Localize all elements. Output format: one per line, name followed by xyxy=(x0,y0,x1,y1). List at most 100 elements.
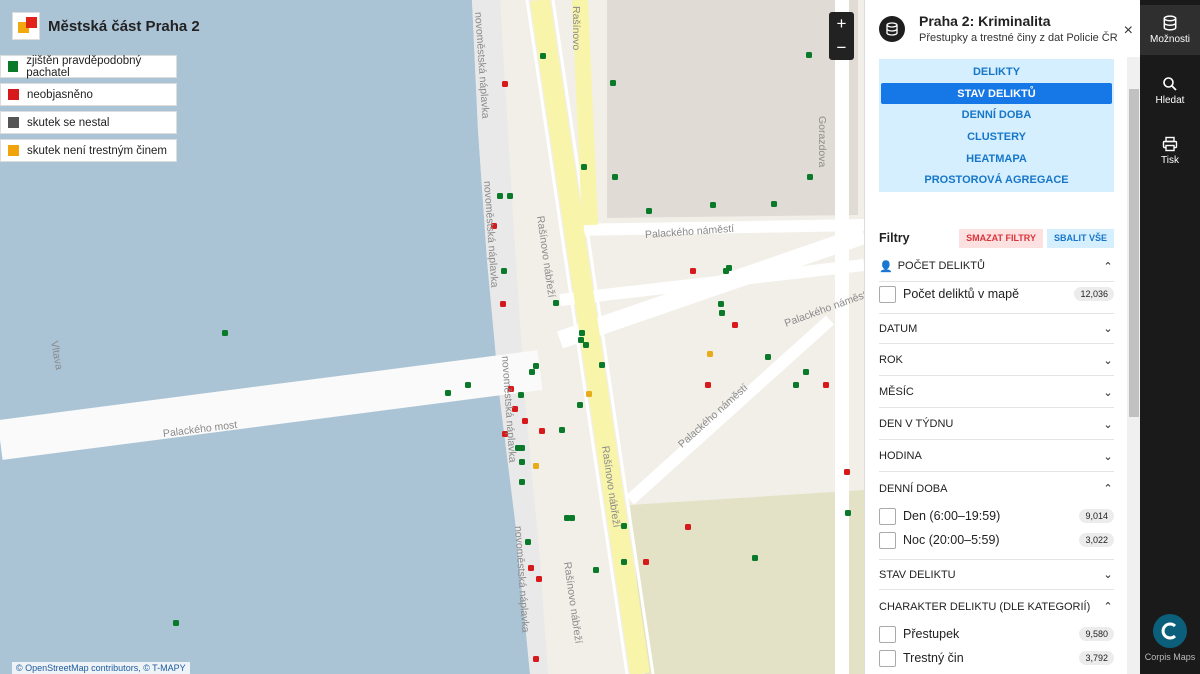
incident-point[interactable] xyxy=(705,382,711,388)
option-label: Noc (20:00–5:59) xyxy=(903,533,1000,547)
incident-point[interactable] xyxy=(539,428,545,434)
incident-point[interactable] xyxy=(583,342,589,348)
incident-point[interactable] xyxy=(599,362,605,368)
incident-point[interactable] xyxy=(803,369,809,375)
incident-point[interactable] xyxy=(593,567,599,573)
incident-point[interactable] xyxy=(540,53,546,59)
tab-clustery[interactable]: CLUSTERY xyxy=(881,126,1112,148)
incident-point[interactable] xyxy=(610,80,616,86)
checkbox[interactable] xyxy=(879,285,896,303)
map-canvas[interactable]: novoměstská náplavka novoměstská náplavk… xyxy=(0,0,864,674)
checkbox[interactable] xyxy=(879,625,896,643)
sidebar-item-hledat[interactable]: Hledat xyxy=(1140,66,1200,116)
tab-delikty[interactable]: DELIKTY xyxy=(881,61,1112,83)
option-label: Trestný čin xyxy=(903,651,964,665)
section-denni-doba[interactable]: DENNÍ DOBA ⌃ xyxy=(879,473,1114,504)
incident-point[interactable] xyxy=(569,515,575,521)
section-hodina[interactable]: HODINA ⌄ xyxy=(879,441,1114,472)
incident-point[interactable] xyxy=(501,268,507,274)
collapse-all-button[interactable]: SBALIT VŠE xyxy=(1046,228,1114,248)
checkbox[interactable] xyxy=(879,507,896,525)
incident-point[interactable] xyxy=(771,201,777,207)
map-attribution[interactable]: © OpenStreetMap contributors, © T-MAPY xyxy=(12,662,190,674)
incident-point[interactable] xyxy=(643,559,649,565)
incident-point[interactable] xyxy=(528,565,534,571)
corpis-maps-logo[interactable]: Corpis Maps xyxy=(1140,614,1200,662)
incident-point[interactable] xyxy=(529,369,535,375)
sidebar-item-tisk[interactable]: Tisk xyxy=(1140,126,1200,176)
section-stav-deliktu[interactable]: STAV DELIKTU ⌄ xyxy=(879,559,1114,590)
incident-point[interactable] xyxy=(690,268,696,274)
incident-point[interactable] xyxy=(718,301,724,307)
incident-point[interactable] xyxy=(710,202,716,208)
incident-point[interactable] xyxy=(646,208,652,214)
option-den[interactable]: Den (6:00–19:59) 9,014 xyxy=(879,505,1114,527)
tab-denni-doba[interactable]: DENNÍ DOBA xyxy=(881,104,1112,126)
incident-point[interactable] xyxy=(533,363,539,369)
option-trestny-cin[interactable]: Trestný čin 3,792 xyxy=(879,647,1114,669)
incident-point[interactable] xyxy=(793,382,799,388)
incident-point[interactable] xyxy=(519,479,525,485)
incident-point[interactable] xyxy=(579,330,585,336)
incident-point[interactable] xyxy=(719,310,725,316)
incident-point[interactable] xyxy=(612,174,618,180)
incident-point[interactable] xyxy=(732,322,738,328)
checkbox[interactable] xyxy=(879,531,896,549)
zoom-out-button[interactable]: − xyxy=(829,36,854,60)
incident-point[interactable] xyxy=(518,392,524,398)
close-icon[interactable]: × xyxy=(1124,22,1133,40)
tab-prostorova-agregace[interactable]: PROSTOROVÁ AGREGACE xyxy=(881,169,1112,191)
section-den-v-tydnu[interactable]: DEN V TÝDNU ⌄ xyxy=(879,409,1114,440)
incident-point[interactable] xyxy=(519,445,525,451)
incident-point[interactable] xyxy=(807,174,813,180)
scrollbar-thumb[interactable] xyxy=(1129,89,1139,417)
incident-point[interactable] xyxy=(536,576,542,582)
option-noc[interactable]: Noc (20:00–5:59) 3,022 xyxy=(879,529,1114,551)
zoom-in-button[interactable]: + xyxy=(829,12,854,36)
incident-point[interactable] xyxy=(497,193,503,199)
incident-point[interactable] xyxy=(806,52,812,58)
incident-point[interactable] xyxy=(222,330,228,336)
incident-point[interactable] xyxy=(577,402,583,408)
section-charakter-deliktu[interactable]: CHARAKTER DELIKTU (DLE KATEGORIÍ) ⌃ xyxy=(879,591,1114,622)
incident-point[interactable] xyxy=(707,351,713,357)
section-datum[interactable]: DATUM ⌄ xyxy=(879,313,1114,344)
incident-point[interactable] xyxy=(844,469,850,475)
incident-point[interactable] xyxy=(845,510,851,516)
incident-point[interactable] xyxy=(578,337,584,343)
option-pocet-deliktu[interactable]: Počet deliktů v mapě 12,036 xyxy=(879,283,1114,305)
sidebar-item-moznosti[interactable]: Možnosti xyxy=(1140,5,1200,55)
panel-scrollbar[interactable] xyxy=(1127,57,1140,674)
incident-point[interactable] xyxy=(752,555,758,561)
section-pocet-deliktu[interactable]: 👤 POČET DELIKTŮ ⌃ xyxy=(879,251,1114,282)
option-label: Přestupek xyxy=(903,627,960,641)
incident-point[interactable] xyxy=(500,301,506,307)
option-prestupek[interactable]: Přestupek 9,580 xyxy=(879,623,1114,645)
incident-point[interactable] xyxy=(525,539,531,545)
incident-point[interactable] xyxy=(685,524,691,530)
incident-point[interactable] xyxy=(559,427,565,433)
incident-point[interactable] xyxy=(533,656,539,662)
incident-point[interactable] xyxy=(173,620,179,626)
tab-heatmapa[interactable]: HEATMAPA xyxy=(881,148,1112,170)
tab-stav-deliktu[interactable]: STAV DELIKTŮ xyxy=(881,82,1112,105)
incident-point[interactable] xyxy=(465,382,471,388)
incident-point[interactable] xyxy=(533,463,539,469)
incident-point[interactable] xyxy=(553,300,559,306)
section-rok[interactable]: ROK ⌄ xyxy=(879,345,1114,376)
incident-point[interactable] xyxy=(586,391,592,397)
incident-point[interactable] xyxy=(502,81,508,87)
clear-filters-button[interactable]: SMAZAT FILTRY xyxy=(959,228,1043,248)
legend-label: neobjasněno xyxy=(27,88,93,101)
incident-point[interactable] xyxy=(519,459,525,465)
incident-point[interactable] xyxy=(621,559,627,565)
incident-point[interactable] xyxy=(823,382,829,388)
incident-point[interactable] xyxy=(522,418,528,424)
incident-point[interactable] xyxy=(726,265,732,271)
incident-point[interactable] xyxy=(765,354,771,360)
incident-point[interactable] xyxy=(445,390,451,396)
incident-point[interactable] xyxy=(581,164,587,170)
section-mesic[interactable]: MĚSÍC ⌄ xyxy=(879,377,1114,408)
checkbox[interactable] xyxy=(879,649,896,667)
incident-point[interactable] xyxy=(507,193,513,199)
